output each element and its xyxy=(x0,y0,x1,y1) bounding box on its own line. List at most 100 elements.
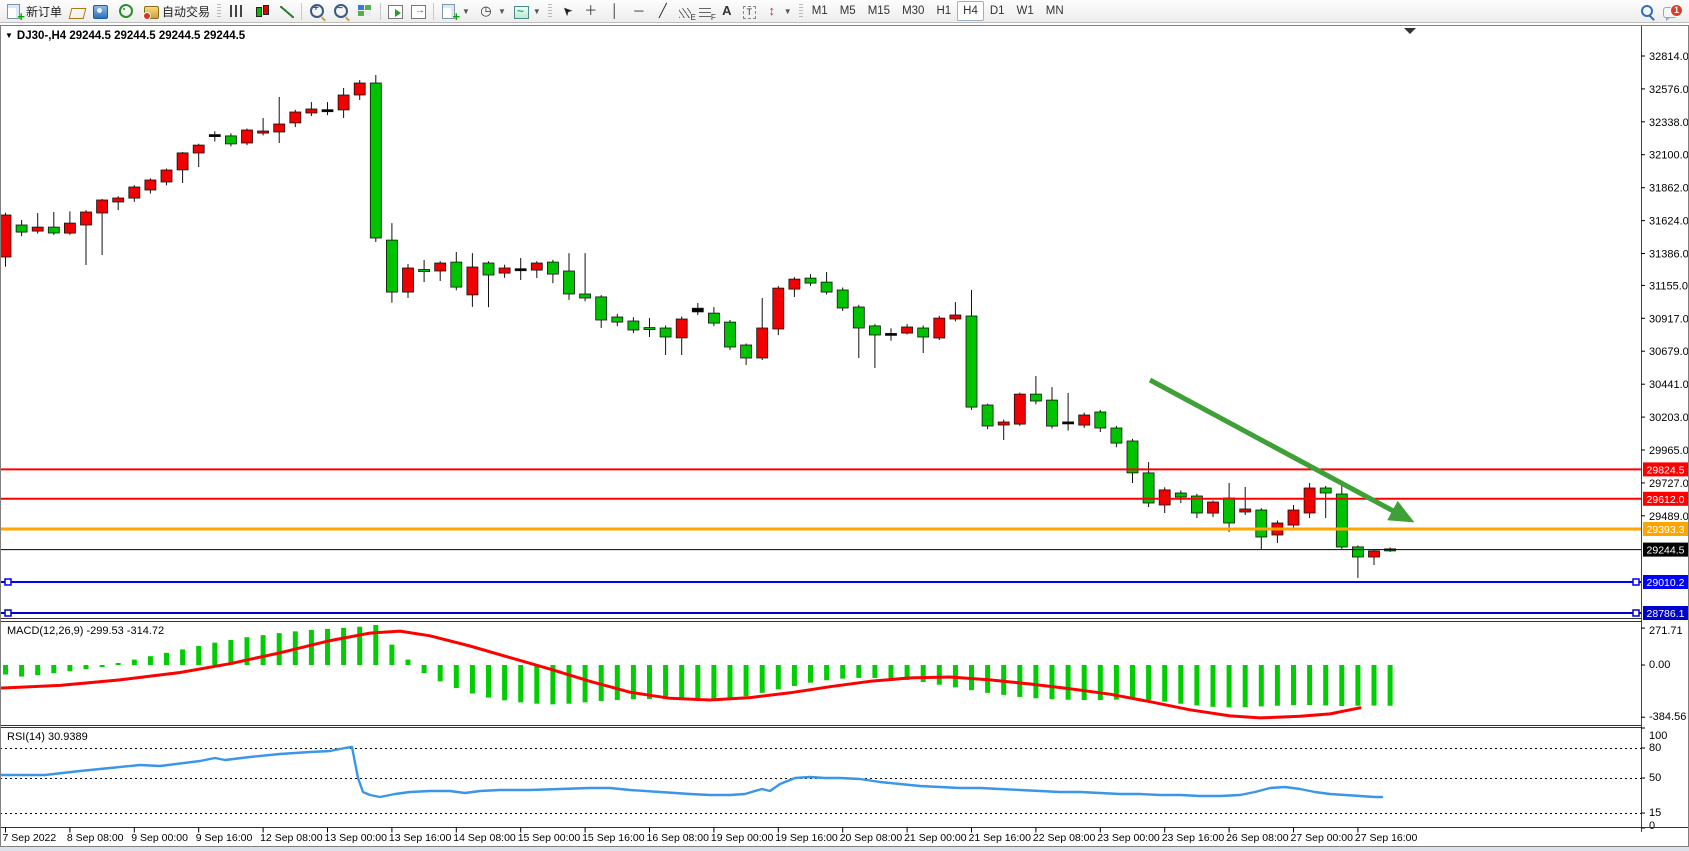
chevron-down-icon: ▼ xyxy=(498,7,506,16)
auto-scroll-button[interactable] xyxy=(384,1,407,21)
zoom-out-button[interactable]: − xyxy=(329,1,353,21)
auto-trading-icon xyxy=(144,6,159,19)
timeframe-w1[interactable]: W1 xyxy=(1011,1,1040,21)
macd-histogram-bar xyxy=(341,628,346,665)
time-tick-label: 22 Sep 08:00 xyxy=(1033,832,1096,844)
bar-chart-button[interactable] xyxy=(224,1,248,21)
timeframe-mn[interactable]: MN xyxy=(1040,1,1070,21)
price-tick-label: 32576.0 xyxy=(1649,84,1689,96)
arrows-button[interactable]: ↕▼ xyxy=(760,1,796,21)
line-handle[interactable] xyxy=(5,610,11,616)
macd-histogram-bar xyxy=(1066,665,1071,700)
periods-button[interactable]: ◷▼ xyxy=(474,1,510,21)
candle-bearish xyxy=(725,322,736,347)
price-tick-label: 30203.0 xyxy=(1649,412,1689,424)
profiles-button[interactable] xyxy=(89,1,112,21)
candle-bullish xyxy=(676,319,687,338)
chat-button[interactable]: 1 xyxy=(1659,1,1681,21)
candle-bullish xyxy=(789,279,800,289)
line-chart-button[interactable] xyxy=(276,1,298,21)
timeframe-h1[interactable]: H1 xyxy=(930,1,957,21)
templates-button[interactable]: ▼ xyxy=(510,1,545,21)
macd-histogram-bar xyxy=(261,635,266,665)
chart-shift-button[interactable] xyxy=(407,1,430,21)
signals-button[interactable] xyxy=(112,1,140,21)
price-tick-label: 29489.0 xyxy=(1649,511,1689,523)
macd-histogram-bar xyxy=(373,625,378,665)
rsi-tick-label: 100 xyxy=(1649,730,1667,742)
horizontal-line-icon: ─ xyxy=(631,3,647,19)
candle-bullish xyxy=(902,327,913,333)
macd-histogram-bar xyxy=(1211,665,1216,707)
status-strip xyxy=(0,847,1689,851)
candle-bullish xyxy=(322,110,333,112)
new-order-button[interactable]: 新订单 xyxy=(2,1,66,21)
cursor-button[interactable]: ➤ xyxy=(555,1,579,21)
candle-bullish xyxy=(934,318,945,338)
price-line-label: 29244.5 xyxy=(1647,545,1685,557)
timeframe-m15[interactable]: M15 xyxy=(862,1,896,21)
macd-histogram-bar xyxy=(711,665,716,700)
text-button[interactable]: A xyxy=(715,1,739,21)
candle-bullish xyxy=(757,328,768,358)
timeframe-d1[interactable]: D1 xyxy=(984,1,1011,21)
macd-histogram-bar xyxy=(1323,665,1328,705)
time-tick-label: 15 Sep 00:00 xyxy=(518,832,581,844)
line-handle[interactable] xyxy=(1633,579,1639,585)
candle-bearish xyxy=(982,405,993,426)
time-tick-label: 23 Sep 00:00 xyxy=(1097,832,1160,844)
trendline-button[interactable]: ╱ xyxy=(651,1,675,21)
price-tick-label: 31862.0 xyxy=(1649,183,1689,195)
time-tick-label: 12 Sep 08:00 xyxy=(260,832,323,844)
candle-bullish xyxy=(274,124,285,132)
candle-bullish xyxy=(81,212,92,225)
collapse-icon[interactable]: ▼ xyxy=(5,31,13,40)
macd-histogram-bar xyxy=(1291,665,1296,705)
vertical-line-button[interactable]: │ xyxy=(603,1,627,21)
price-tick-label: 30441.0 xyxy=(1649,379,1689,391)
macd-histogram-bar xyxy=(1307,665,1312,705)
timeframe-m5[interactable]: M5 xyxy=(834,1,862,21)
macd-histogram-bar xyxy=(35,665,40,675)
candle-bullish xyxy=(1304,488,1315,513)
tile-windows-button[interactable] xyxy=(353,1,377,21)
horizontal-line-button[interactable]: ─ xyxy=(627,1,651,21)
line-handle[interactable] xyxy=(1633,610,1639,616)
time-tick-label: 23 Sep 16:00 xyxy=(1162,832,1225,844)
time-tick-label: 7 Sep 2022 xyxy=(3,832,57,844)
auto-scroll-icon xyxy=(388,5,403,19)
bar-chart-icon xyxy=(230,5,242,17)
macd-histogram-bar xyxy=(1162,665,1167,702)
template-icon xyxy=(514,6,529,19)
candle-bullish xyxy=(1369,551,1380,557)
channel-button[interactable] xyxy=(675,1,695,21)
search-button[interactable] xyxy=(1635,1,1659,21)
macd-histogram-bar xyxy=(921,665,926,682)
time-tick-label: 26 Sep 08:00 xyxy=(1226,832,1289,844)
price-tick-label: 30917.0 xyxy=(1649,313,1689,325)
macd-histogram-bar xyxy=(132,660,137,665)
macd-histogram-bar xyxy=(663,665,668,699)
candle-bearish xyxy=(370,83,381,238)
macd-histogram-bar xyxy=(728,665,733,699)
text-icon: A xyxy=(719,3,735,19)
timeframe-h4[interactable]: H4 xyxy=(957,1,984,21)
crosshair-button[interactable]: ＋ xyxy=(579,1,603,21)
line-handle[interactable] xyxy=(5,579,11,585)
auto-trading-button[interactable]: 自动交易 xyxy=(140,1,214,21)
text-label-button[interactable]: T xyxy=(739,1,760,21)
timeframe-m1[interactable]: M1 xyxy=(806,1,834,21)
macd-histogram-bar xyxy=(325,629,330,665)
metaeditor-button[interactable] xyxy=(66,1,89,21)
indicators-button[interactable]: ▼ xyxy=(437,1,474,21)
zoom-in-button[interactable]: + xyxy=(305,1,329,21)
timeframe-m30[interactable]: M30 xyxy=(896,1,930,21)
macd-histogram-bar xyxy=(567,665,572,704)
chart-title-text: DJ30-,H4 29244.5 29244.5 29244.5 29244.5 xyxy=(17,30,245,42)
chart-title: ▼ DJ30-,H4 29244.5 29244.5 29244.5 29244.… xyxy=(5,30,245,42)
macd-histogram-bar xyxy=(1098,665,1103,700)
candlestick-chart[interactable]: 32814.032576.032338.032100.031862.031624… xyxy=(0,25,1689,851)
fibonacci-button[interactable] xyxy=(695,1,715,21)
candlestick-button[interactable] xyxy=(248,1,276,21)
candle-bullish xyxy=(338,95,349,110)
